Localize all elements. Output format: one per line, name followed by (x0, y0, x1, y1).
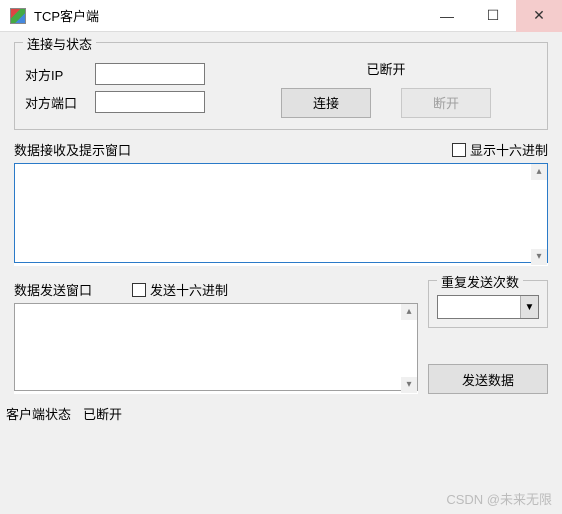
chevron-down-icon[interactable]: ▼ (520, 296, 538, 318)
statusbar-label: 客户端状态 (6, 404, 71, 423)
ip-input[interactable] (95, 63, 205, 85)
send-button[interactable]: 发送数据 (428, 364, 548, 394)
connection-group-label: 连接与状态 (23, 34, 96, 53)
recv-textarea[interactable] (14, 163, 548, 263)
connect-button[interactable]: 连接 (281, 88, 371, 118)
recv-label: 数据接收及提示窗口 (14, 140, 131, 159)
show-hex-label: 显示十六进制 (470, 140, 548, 159)
client-area: 连接与状态 对方IP 对方端口 已断开 连接 断开 (0, 32, 562, 400)
send-hex-label: 发送十六进制 (150, 280, 228, 299)
scroll-down-icon[interactable]: ▾ (531, 249, 547, 265)
send-textarea-wrap: ▴ ▾ (14, 303, 418, 394)
send-hex-checkbox[interactable]: 发送十六进制 (132, 280, 228, 299)
repeat-group: 重复发送次数 ▼ (428, 280, 548, 328)
close-button[interactable]: ✕ (516, 0, 562, 32)
window-title: TCP客户端 (34, 6, 424, 25)
scroll-down-icon[interactable]: ▾ (401, 377, 417, 393)
scroll-up-icon[interactable]: ▴ (531, 164, 547, 180)
repeat-combobox[interactable]: ▼ (437, 295, 539, 319)
recv-textarea-wrap: ▴ ▾ (14, 163, 548, 266)
repeat-input[interactable] (438, 296, 520, 318)
checkbox-box-icon (452, 143, 466, 157)
connection-status: 已断开 (366, 59, 405, 78)
ip-label: 对方IP (25, 65, 85, 84)
titlebar: TCP客户端 — ☐ ✕ (0, 0, 562, 32)
port-label: 对方端口 (25, 93, 85, 112)
statusbar: 客户端状态 已断开 (0, 400, 562, 427)
recv-header: 数据接收及提示窗口 显示十六进制 (14, 140, 548, 159)
window-controls: — ☐ ✕ (424, 0, 562, 32)
show-hex-checkbox[interactable]: 显示十六进制 (452, 140, 548, 159)
statusbar-value: 已断开 (83, 404, 122, 423)
disconnect-button[interactable]: 断开 (401, 88, 491, 118)
minimize-button[interactable]: — (424, 0, 470, 32)
send-header: 数据发送窗口 发送十六进制 (14, 280, 418, 299)
port-input[interactable] (95, 91, 205, 113)
checkbox-box-icon (132, 283, 146, 297)
app-icon (10, 8, 26, 24)
connection-group: 连接与状态 对方IP 对方端口 已断开 连接 断开 (14, 42, 548, 130)
watermark: CSDN @未来无限 (446, 489, 552, 508)
repeat-group-label: 重复发送次数 (437, 272, 523, 291)
maximize-button[interactable]: ☐ (470, 0, 516, 32)
send-textarea[interactable] (14, 303, 418, 391)
send-label: 数据发送窗口 (14, 280, 92, 299)
scroll-up-icon[interactable]: ▴ (401, 304, 417, 320)
